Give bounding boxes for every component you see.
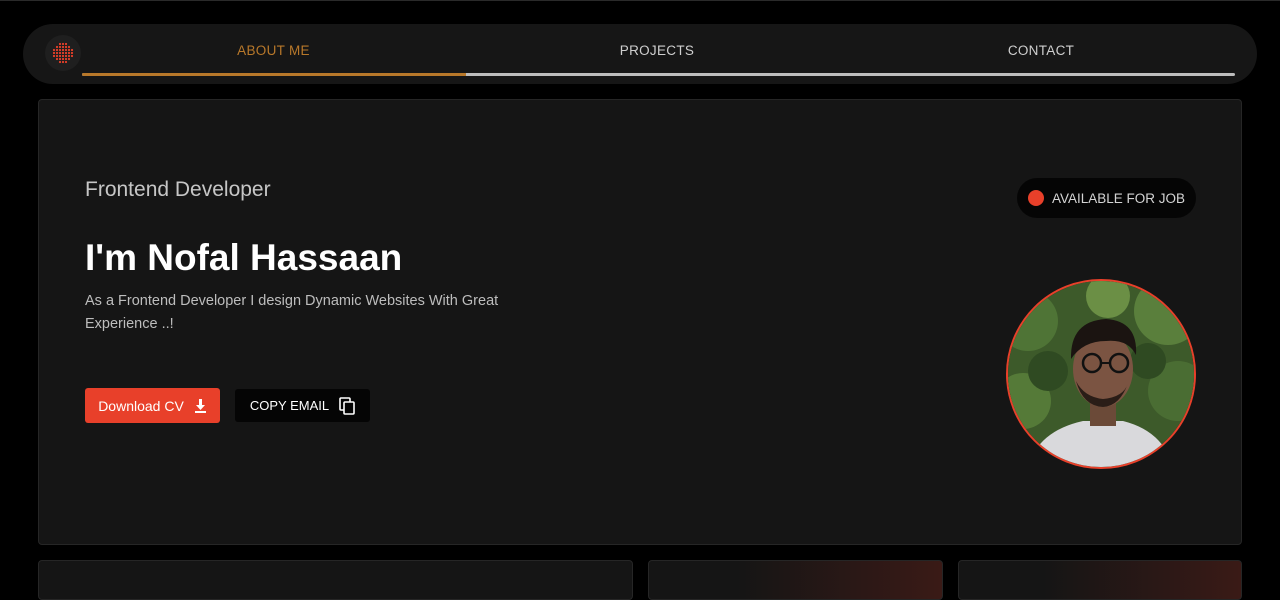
copy-icon <box>339 396 355 415</box>
copy-email-label: COPY EMAIL <box>249 398 330 413</box>
logo[interactable] <box>45 35 81 71</box>
tab-about-me[interactable]: ABOUT ME <box>82 24 465 76</box>
scroll-progress-fill <box>82 73 466 76</box>
avatar <box>1006 279 1196 469</box>
top-navigation: ABOUT ME PROJECTS CONTACT <box>23 24 1257 84</box>
window-top-border <box>0 0 1280 1</box>
profile-photo <box>1008 281 1194 467</box>
download-cv-label: Download CV <box>98 397 184 414</box>
info-card <box>958 560 1242 600</box>
info-card <box>38 560 633 600</box>
hero-card: Frontend Developer I'm Nofal Hassaan As … <box>38 99 1242 545</box>
availability-badge: AVAILABLE FOR JOB <box>1017 178 1196 218</box>
hero-description: As a Frontend Developer I design Dynamic… <box>85 293 499 332</box>
download-icon <box>194 398 206 413</box>
scroll-progress-bar <box>82 73 1235 76</box>
status-indicator-dot <box>1028 190 1044 206</box>
hero-name: I'm Nofal Hassaan <box>85 237 403 278</box>
job-title: Frontend Developer <box>85 178 271 201</box>
copy-email-button[interactable]: COPY EMAIL <box>235 389 370 422</box>
download-cv-button[interactable]: Download CV <box>85 388 220 423</box>
tab-contact[interactable]: CONTACT <box>849 24 1233 76</box>
availability-label: AVAILABLE FOR JOB <box>1052 190 1186 206</box>
dotted-sphere-icon <box>52 42 74 64</box>
tab-projects[interactable]: PROJECTS <box>465 24 849 76</box>
info-card <box>648 560 943 600</box>
